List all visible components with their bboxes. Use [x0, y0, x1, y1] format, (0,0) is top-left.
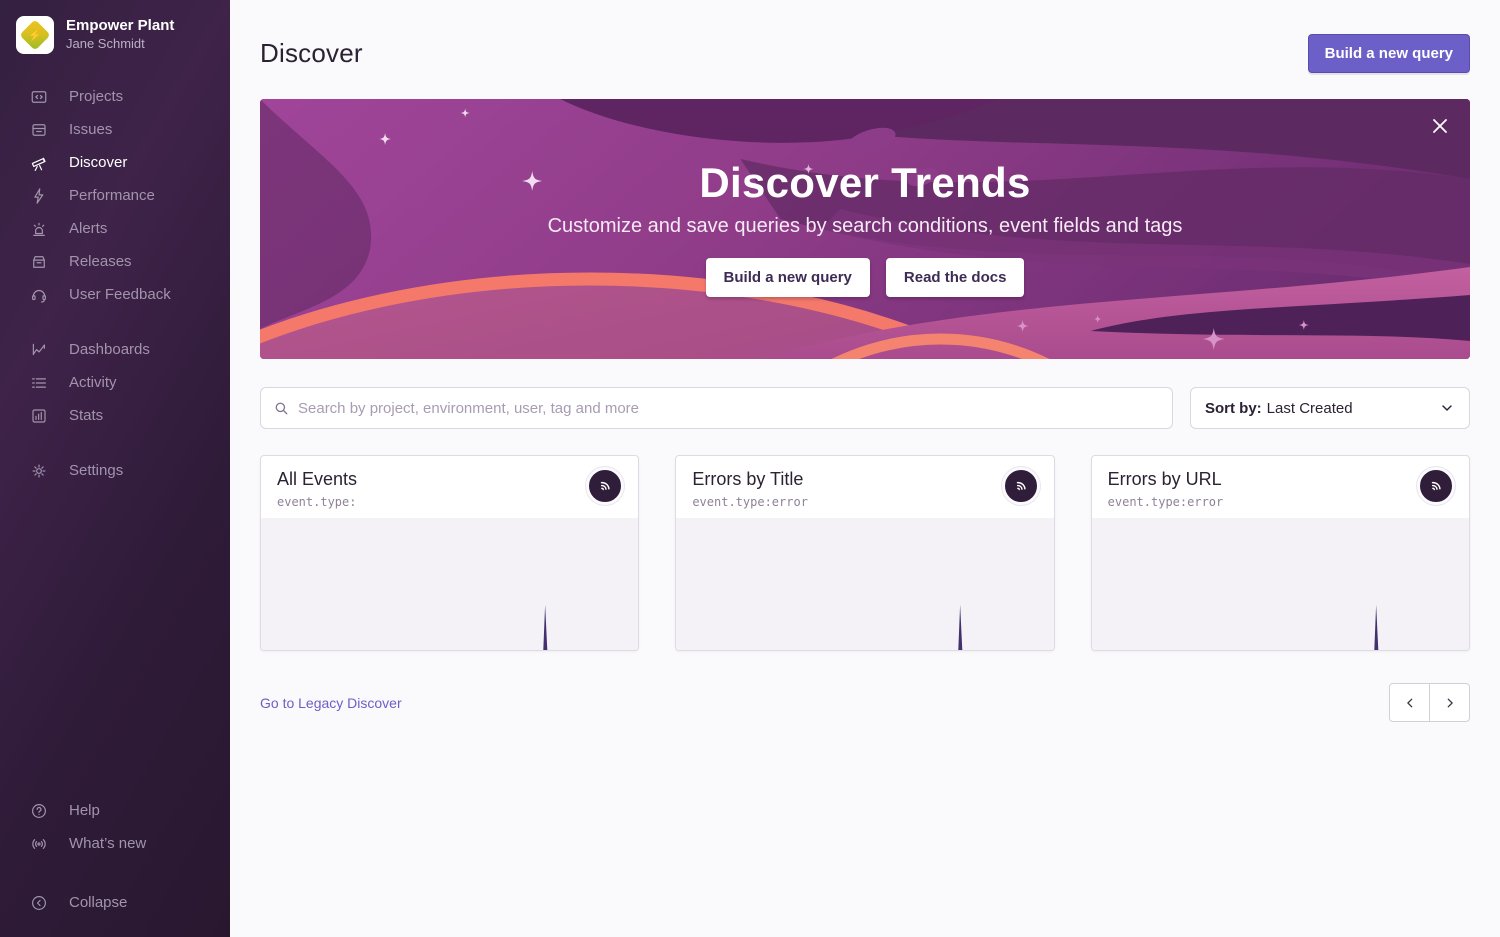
gear-icon: [29, 461, 49, 481]
sidebar-item-label: Issues: [69, 121, 112, 138]
query-toolbar: Sort by: Last Created: [260, 387, 1470, 429]
chevron-down-icon: [1439, 400, 1455, 416]
headset-icon: [29, 285, 49, 305]
sparkline-chart: [1092, 518, 1469, 651]
query-card-errors-by-url[interactable]: Errors by URL event.type:error Last 24 h…: [1091, 455, 1470, 651]
sidebar-item-label: Performance: [69, 187, 155, 204]
sidebar-item-label: Alerts: [69, 220, 107, 237]
lightning-icon: [29, 186, 49, 206]
query-card-all-events[interactable]: All Events event.type: Last 24 hrs Edite…: [260, 455, 639, 651]
sort-dropdown[interactable]: Sort by: Last Created: [1190, 387, 1470, 429]
sidebar-item-issues[interactable]: Issues: [0, 113, 230, 146]
pagination-previous-button[interactable]: [1389, 683, 1430, 722]
sentry-logo-badge: [1002, 467, 1040, 505]
org-user: Jane Schmidt: [66, 36, 174, 53]
sidebar-item-performance[interactable]: Performance: [0, 179, 230, 212]
banner-subtitle: Customize and save queries by search con…: [260, 215, 1470, 238]
help-icon: [29, 801, 49, 821]
pagination: [1389, 683, 1470, 722]
sidebar-item-help[interactable]: Help: [0, 794, 230, 827]
bolt-icon: ⚡: [24, 24, 46, 46]
sidebar-item-label: Settings: [69, 462, 123, 479]
card-title: Errors by Title: [692, 469, 1037, 490]
build-new-query-button[interactable]: Build a new query: [1308, 34, 1470, 73]
search-input[interactable]: [298, 400, 1159, 417]
banner-content: Discover Trends Customize and save queri…: [260, 99, 1470, 297]
sidebar-item-label: Projects: [69, 88, 123, 105]
sidebar-item-label: What’s new: [69, 835, 146, 852]
sidebar-collapse-button[interactable]: Collapse: [0, 886, 230, 919]
sidebar-nav: Projects Issues Discover Performance Ale…: [0, 80, 230, 487]
list-icon: [29, 373, 49, 393]
sidebar-item-activity[interactable]: Activity: [0, 366, 230, 399]
broadcast-icon: [29, 834, 49, 854]
sidebar-item-label: Dashboards: [69, 341, 150, 358]
sort-value: Last Created: [1267, 400, 1353, 417]
sidebar-item-label: Activity: [69, 374, 117, 391]
page-title: Discover: [260, 38, 363, 69]
main-content: Discover Build a new query: [230, 0, 1500, 937]
card-title: All Events: [277, 469, 622, 490]
legacy-discover-link[interactable]: Go to Legacy Discover: [260, 695, 402, 711]
sentry-logo-badge: [1417, 467, 1455, 505]
discover-trends-banner: Discover Trends Customize and save queri…: [260, 99, 1470, 359]
pagination-next-button[interactable]: [1429, 683, 1470, 722]
org-info: Empower Plant Jane Schmidt: [66, 17, 174, 53]
search-icon: [274, 401, 289, 416]
sort-text: Sort by: Last Created: [1205, 400, 1353, 417]
sidebar: ⚡ Empower Plant Jane Schmidt Projects Is…: [0, 0, 230, 937]
chevron-right-icon: [1443, 696, 1457, 710]
card-query: event.type:error: [1108, 495, 1453, 509]
banner-close-icon[interactable]: [1428, 115, 1452, 139]
sidebar-item-label: Discover: [69, 154, 127, 171]
siren-icon: [29, 219, 49, 239]
org-logo-diamond-icon: ⚡: [19, 19, 50, 50]
projects-icon: [29, 87, 49, 107]
sidebar-item-projects[interactable]: Projects: [0, 80, 230, 113]
banner-buttons: Build a new query Read the docs: [260, 258, 1470, 297]
archive-icon: [29, 252, 49, 272]
card-query: event.type:error: [692, 495, 1037, 509]
sidebar-item-label: User Feedback: [69, 286, 171, 303]
collapse-chevron-icon: [29, 893, 49, 913]
issues-icon: [29, 120, 49, 140]
sidebar-item-user-feedback[interactable]: User Feedback: [0, 278, 230, 311]
search-box: [260, 387, 1173, 429]
bar-chart-icon: [29, 406, 49, 426]
card-header: All Events event.type:: [261, 456, 638, 518]
sidebar-item-discover[interactable]: Discover: [0, 146, 230, 179]
banner-title: Discover Trends: [260, 159, 1470, 207]
bottom-row: Go to Legacy Discover: [260, 683, 1470, 722]
telescope-icon: [29, 153, 49, 173]
sidebar-item-dashboards[interactable]: Dashboards: [0, 333, 230, 366]
sort-label: Sort by:: [1205, 400, 1262, 417]
sidebar-item-label: Help: [69, 802, 100, 819]
sidebar-item-label: Stats: [69, 407, 103, 424]
line-chart-icon: [29, 340, 49, 360]
card-header: Errors by Title event.type:error: [676, 456, 1053, 518]
sidebar-item-label: Releases: [69, 253, 132, 270]
sidebar-item-label: Collapse: [69, 894, 127, 911]
org-logo: ⚡: [16, 16, 54, 54]
sidebar-item-stats[interactable]: Stats: [0, 399, 230, 432]
card-header: Errors by URL event.type:error: [1092, 456, 1469, 518]
org-switcher[interactable]: ⚡ Empower Plant Jane Schmidt: [0, 0, 230, 68]
banner-build-query-button[interactable]: Build a new query: [706, 258, 870, 297]
sidebar-item-alerts[interactable]: Alerts: [0, 212, 230, 245]
sparkline-chart: [261, 518, 638, 651]
query-card-errors-by-title[interactable]: Errors by Title event.type:error Last 24…: [675, 455, 1054, 651]
chevron-left-icon: [1403, 696, 1417, 710]
page-header: Discover Build a new query: [260, 34, 1470, 73]
sidebar-item-whats-new[interactable]: What’s new: [0, 827, 230, 860]
saved-query-cards: All Events event.type: Last 24 hrs Edite…: [260, 455, 1470, 651]
banner-read-docs-button[interactable]: Read the docs: [886, 258, 1025, 297]
sidebar-item-releases[interactable]: Releases: [0, 245, 230, 278]
org-name: Empower Plant: [66, 17, 174, 36]
card-title: Errors by URL: [1108, 469, 1453, 490]
sparkline-chart: [676, 518, 1053, 651]
sidebar-item-settings[interactable]: Settings: [0, 454, 230, 487]
card-query: event.type:: [277, 495, 622, 509]
